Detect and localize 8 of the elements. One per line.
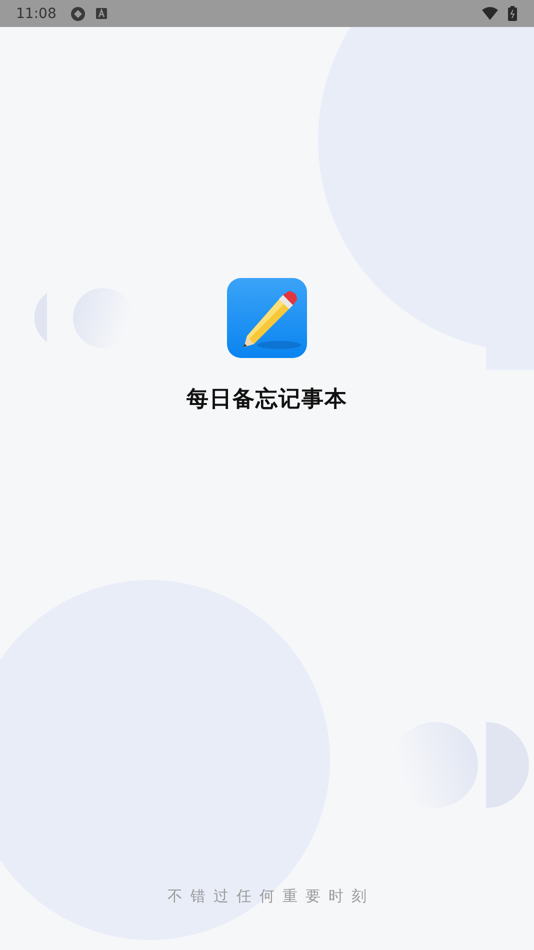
keyboard-icon xyxy=(96,8,108,19)
app-slogan: 不错过任何重要时刻 xyxy=(168,887,374,906)
app-name: 每日备忘记事本 xyxy=(186,386,348,414)
wifi-icon xyxy=(482,7,498,20)
battery-icon xyxy=(508,6,517,21)
pencil-app-icon xyxy=(227,278,307,358)
aperture-icon xyxy=(70,6,86,22)
status-time: 11:08 xyxy=(16,6,56,22)
